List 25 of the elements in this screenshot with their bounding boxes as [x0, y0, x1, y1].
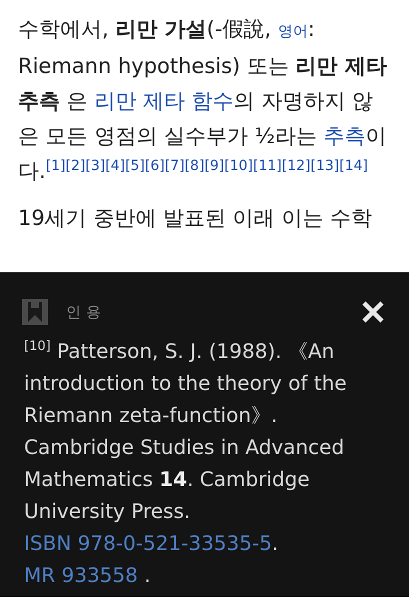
reference-link[interactable]: [11]: [253, 158, 282, 174]
article-link[interactable]: 리만 제타 함수: [94, 89, 234, 113]
reference-link[interactable]: [8]: [184, 158, 204, 174]
reference-link[interactable]: [4]: [105, 158, 126, 174]
article-link[interactable]: 영어: [278, 22, 308, 40]
bookmark-icon: [22, 299, 48, 325]
reference-link[interactable]: [6]: [144, 158, 165, 174]
citation-link[interactable]: MR 933558: [24, 563, 138, 587]
reference-link[interactable]: [5]: [125, 158, 145, 174]
reference-link[interactable]: [9]: [204, 158, 224, 174]
article-paragraph: 19세기 중반에 발표된 이래 이는 수학: [17, 205, 374, 232]
close-button[interactable]: [361, 300, 385, 324]
reference-link[interactable]: [10]: [224, 158, 254, 174]
reference-link[interactable]: [12]: [282, 158, 311, 174]
citation-link[interactable]: ISBN 978-0-521-33535-5: [24, 531, 272, 555]
citation-text: $^{[10]}$ Patterson, S. J. (1988). 《An introduction to the theory of the Riemann zeta-function》. Cambridge Studies in Advanced Mathematics 14. Cambridge University Press. ISBN 978-0-521-33535-5. MR 933558 .: [23, 338, 348, 589]
reference-link[interactable]: [7]: [164, 158, 185, 174]
reference-link[interactable]: [2]: [66, 158, 86, 174]
reference-link[interactable]: [3]: [85, 158, 106, 174]
reference-link[interactable]: [14]: [339, 158, 368, 174]
reference-link[interactable]: [13]: [310, 158, 340, 174]
close-icon: [361, 300, 385, 324]
article-link[interactable]: 추측: [324, 124, 366, 148]
popup-title: 인 용: [66, 302, 101, 322]
reference-link[interactable]: [1]: [46, 158, 66, 174]
